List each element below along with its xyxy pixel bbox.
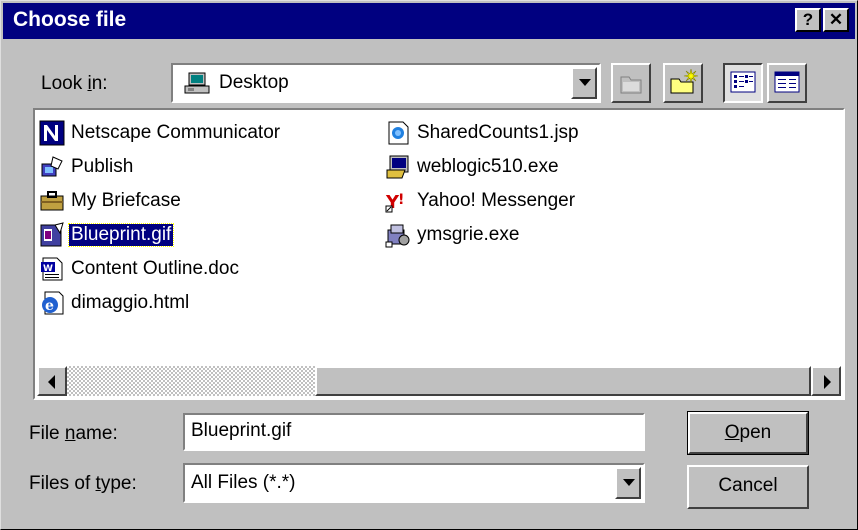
- exe-program-icon: [385, 154, 411, 180]
- file-name-value: Blueprint.gif: [191, 420, 292, 441]
- file-type-value: All Files (*.*): [191, 472, 296, 493]
- arrow-right-icon: [824, 375, 831, 389]
- svg-text:!: !: [398, 192, 404, 208]
- scroll-thumb[interactable]: [315, 366, 811, 396]
- look-in-label: Look in:: [41, 73, 108, 94]
- yahoo-messenger-icon: Y!: [385, 188, 411, 214]
- list-item[interactable]: Publish: [39, 150, 282, 184]
- list-item[interactable]: SharedCounts1.jsp: [385, 116, 581, 150]
- file-type-dropdown-arrow[interactable]: [615, 467, 641, 499]
- desktop-icon: [183, 71, 211, 95]
- open-button[interactable]: Open: [687, 411, 809, 455]
- close-icon: ✕: [828, 10, 844, 29]
- file-name-label: File name:: [29, 423, 118, 444]
- list-item[interactable]: My Briefcase: [39, 184, 282, 218]
- gif-image-icon: [39, 222, 65, 248]
- horizontal-scrollbar[interactable]: [37, 366, 841, 396]
- list-item[interactable]: weblogic510.exe: [385, 150, 581, 184]
- list-item[interactable]: Blueprint.gif: [39, 218, 282, 252]
- file-name: weblogic510.exe: [417, 156, 559, 177]
- list-item[interactable]: W Content Outline.doc: [39, 252, 282, 286]
- file-name: ymsgrie.exe: [417, 224, 520, 245]
- file-name: My Briefcase: [71, 190, 181, 211]
- installer-icon: [385, 222, 411, 248]
- choose-file-dialog: Choose file ? ✕ Look in: Desktop Netscap…: [0, 0, 858, 530]
- look-in-dropdown-arrow[interactable]: [571, 67, 597, 99]
- list-item[interactable]: ymsgrie.exe: [385, 218, 581, 252]
- look-in-value: Desktop: [219, 72, 289, 93]
- jsp-file-icon: [385, 120, 411, 146]
- list-view-button[interactable]: [723, 63, 763, 103]
- file-name: dimaggio.html: [71, 292, 190, 313]
- window-title: Choose file: [13, 8, 127, 31]
- arrow-left-icon: [48, 375, 55, 389]
- up-one-level-button[interactable]: [611, 63, 651, 103]
- svg-text:W: W: [43, 264, 53, 274]
- briefcase-icon: [39, 188, 65, 214]
- title-bar: Choose file ? ✕: [3, 3, 855, 39]
- file-name: Publish: [71, 156, 134, 177]
- file-name-input[interactable]: Blueprint.gif: [183, 413, 645, 451]
- details-view-button[interactable]: [767, 63, 807, 103]
- file-list[interactable]: Netscape Communicator Publish My Briefca…: [33, 108, 845, 400]
- file-column-left: Netscape Communicator Publish My Briefca…: [39, 116, 282, 320]
- up-folder-icon: [620, 76, 642, 94]
- list-item[interactable]: e dimaggio.html: [39, 286, 282, 320]
- ie-html-icon: e: [39, 290, 65, 316]
- file-type-label: Files of type:: [29, 473, 137, 494]
- file-type-dropdown[interactable]: All Files (*.*): [183, 463, 645, 503]
- file-name: Blueprint.gif: [67, 223, 175, 247]
- netscape-icon: [39, 120, 65, 146]
- scroll-track[interactable]: [67, 366, 811, 396]
- chevron-down-icon: [623, 479, 635, 486]
- publish-icon: [39, 154, 65, 180]
- scroll-left-button[interactable]: [37, 366, 67, 396]
- help-button[interactable]: ?: [795, 8, 821, 32]
- file-column-right: SharedCounts1.jsp weblogic510.exe Y! Yah…: [385, 116, 581, 252]
- cancel-button[interactable]: Cancel: [687, 465, 809, 509]
- word-document-icon: W: [39, 256, 65, 282]
- look-in-dropdown[interactable]: Desktop: [171, 63, 601, 103]
- file-name: Content Outline.doc: [71, 258, 239, 279]
- list-item[interactable]: Y! Yahoo! Messenger: [385, 184, 581, 218]
- list-view-icon: [730, 71, 756, 93]
- file-name: Yahoo! Messenger: [417, 190, 576, 211]
- scroll-right-button[interactable]: [811, 366, 841, 396]
- svg-text:e: e: [45, 298, 54, 314]
- list-item[interactable]: Netscape Communicator: [39, 116, 282, 150]
- close-button[interactable]: ✕: [823, 8, 849, 32]
- create-new-folder-button[interactable]: [663, 63, 703, 103]
- file-name: SharedCounts1.jsp: [417, 122, 579, 143]
- new-folder-icon: [670, 68, 699, 94]
- file-name: Netscape Communicator: [71, 122, 281, 143]
- chevron-down-icon: [579, 79, 591, 86]
- details-view-icon: [774, 71, 800, 93]
